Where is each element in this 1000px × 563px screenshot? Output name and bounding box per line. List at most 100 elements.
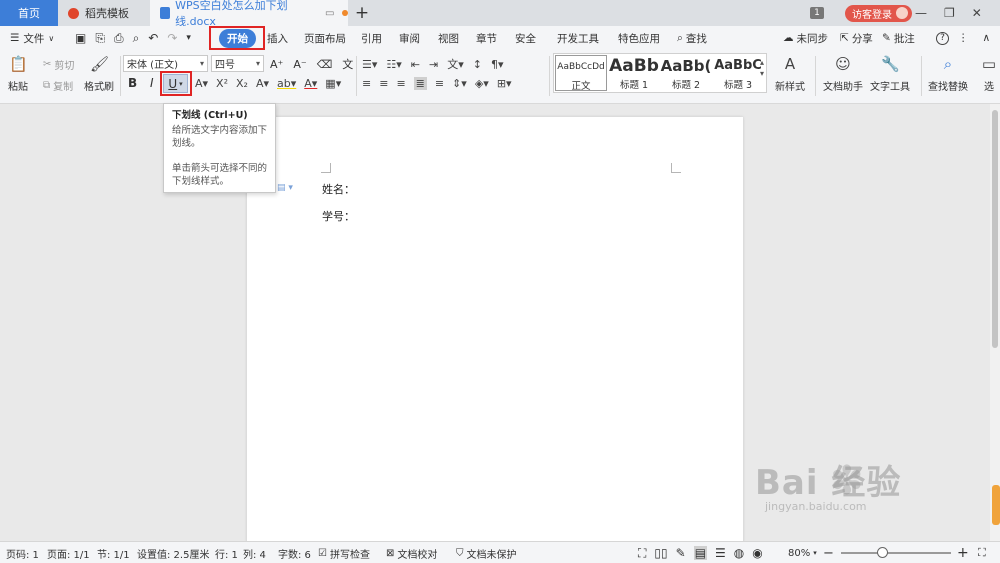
web-view-icon[interactable]: ◍ [734, 546, 744, 560]
format-painter-button[interactable]: 🖌 格式刷 [84, 55, 114, 93]
protect-button[interactable]: ⛉ 文档未保护 [456, 542, 517, 563]
new-style-button[interactable]: A 新样式 [775, 55, 805, 93]
show-marks-icon[interactable]: ¶▾ [491, 58, 504, 71]
distributed-icon[interactable]: ≡ [435, 77, 444, 90]
menu-security[interactable]: 安全 [515, 26, 536, 50]
print-preview-icon[interactable]: ⌕ [133, 31, 140, 46]
font-color-a-icon[interactable]: A▾ [195, 77, 208, 90]
bullet-list-icon[interactable]: ☰▾ [362, 58, 377, 71]
spell-check-button[interactable]: ☑ 拼写检查 [318, 542, 370, 563]
menu-file[interactable]: ☰ 文件 ∨ [10, 26, 54, 50]
collapse-ribbon-icon[interactable]: ∧ [983, 32, 991, 44]
align-right-icon[interactable]: ≡ [396, 77, 405, 90]
menu-search[interactable]: ⌕ 查找 [677, 26, 707, 50]
vertical-scrollbar[interactable] [990, 104, 1000, 541]
minimize-icon[interactable]: — [915, 6, 927, 20]
fullscreen-icon[interactable]: ⛶ [638, 546, 646, 561]
eye-protect-icon[interactable]: ◉ [752, 546, 762, 560]
increase-indent-icon[interactable]: ⇥ [429, 58, 438, 71]
line-spacing-icon[interactable]: ⇕▾ [452, 77, 467, 90]
document-page[interactable]: ▤ ▾ 姓名： 学号： [247, 117, 743, 543]
menu-special[interactable]: 特色应用 [618, 26, 660, 50]
doc-assistant-button[interactable]: ☺ 文档助手 [823, 55, 863, 93]
sort-icon[interactable]: ↕ [473, 58, 482, 71]
zoom-out-button[interactable]: − [823, 542, 834, 563]
side-panel-tab[interactable] [992, 485, 1000, 525]
menu-view[interactable]: 视图 [438, 26, 459, 50]
italic-button[interactable]: I [150, 76, 154, 90]
border-icon[interactable]: ⊞▾ [497, 77, 512, 90]
char-shading-icon[interactable]: ▦▾ [325, 77, 341, 90]
help-button[interactable]: ? [936, 26, 949, 50]
page-view-icon[interactable]: ▤ [693, 546, 708, 560]
export-icon[interactable]: ⎘ [95, 31, 105, 46]
zoom-slider-knob[interactable] [877, 547, 888, 558]
font-color-icon[interactable]: A▾ [304, 77, 317, 90]
monitor-icon[interactable]: ▭ [325, 8, 334, 19]
superscript-icon[interactable]: X² [216, 77, 228, 90]
cut-button[interactable]: ✂ 剪切 [43, 57, 74, 72]
print-icon[interactable]: ⎙ [114, 31, 124, 46]
redo-icon[interactable]: ↷ [167, 31, 177, 45]
menu-insert[interactable]: 插入 [267, 26, 288, 50]
zoom-slider[interactable] [841, 552, 951, 554]
sync-button[interactable]: ☁ 未同步 [783, 26, 828, 50]
clear-format-icon[interactable]: ⌫ [317, 58, 333, 71]
chinese-layout-icon[interactable]: 文▾ [447, 56, 464, 72]
new-tab-button[interactable]: + [352, 0, 372, 26]
tab-template[interactable]: 稻壳模板 [58, 0, 150, 26]
restore-icon[interactable]: ❐ [944, 6, 955, 20]
text-tools-button[interactable]: 🔧 文字工具 [870, 55, 910, 93]
outline-view-icon[interactable]: ☰ [715, 546, 726, 560]
decrease-indent-icon[interactable]: ⇤ [411, 58, 420, 71]
menu-developer[interactable]: 开发工具 [557, 26, 599, 50]
menu-references[interactable]: 引用 [361, 26, 382, 50]
tab-document[interactable]: WPS空白处怎么加下划线.docx ▭ [150, 0, 348, 28]
paste-button[interactable]: 📋 粘贴 [8, 55, 28, 93]
zoom-select[interactable]: 80% ▾ [788, 542, 817, 563]
status-pages[interactable]: 页面: 1/1 [47, 542, 90, 563]
menu-review[interactable]: 审阅 [399, 26, 420, 50]
doc-line-student-id[interactable]: 学号： [322, 208, 355, 224]
align-center-icon[interactable]: ≡ [379, 77, 388, 90]
align-left-icon[interactable]: ≡ [362, 77, 371, 90]
status-row[interactable]: 行: 1 [215, 542, 238, 563]
style-normal[interactable]: AaBbCcDd 正文 [555, 55, 607, 92]
copy-button[interactable]: ⧉ 复制 [43, 78, 73, 93]
zoom-in-button[interactable]: + [957, 542, 969, 563]
style-heading-1[interactable]: AaBb 标题 1 [608, 55, 660, 91]
more-icon[interactable]: ⋮ [958, 32, 969, 44]
style-heading-2[interactable]: AaBb(标题 2 [660, 55, 712, 91]
phonetic-icon[interactable]: 文 [342, 56, 353, 72]
undo-icon[interactable]: ↶ [148, 31, 158, 45]
status-col[interactable]: 列: 4 [243, 542, 266, 563]
shrink-font-icon[interactable]: A⁻ [293, 58, 306, 71]
style-heading-3[interactable]: AaBbC 标题 3 [712, 55, 764, 91]
menu-chapter[interactable]: 章节 [476, 26, 497, 50]
font-size-select[interactable]: 四号 ▾ [211, 55, 264, 72]
justify-icon[interactable]: ≣ [413, 77, 427, 90]
login-button[interactable]: 访客登录 [845, 0, 912, 26]
select-button[interactable]: ▭ 选 [980, 55, 998, 93]
text-effect-icon[interactable]: A▾ [256, 77, 269, 90]
bold-button[interactable]: B [128, 76, 137, 90]
paragraph-handle-icon[interactable]: ▤ ▾ [277, 183, 293, 193]
numbered-list-icon[interactable]: ☷▾ [386, 58, 401, 71]
tab-home[interactable]: 首页 [0, 0, 58, 26]
share-button[interactable]: ⇱ 分享 [840, 26, 873, 50]
find-replace-button[interactable]: ⌕ 查找替换 [928, 55, 968, 93]
customize-icon[interactable]: ▾ [186, 33, 191, 43]
save-icon[interactable]: ▣ [75, 31, 86, 45]
font-name-select[interactable]: 宋体 (正文) ▾ [123, 55, 208, 72]
highlight-icon[interactable]: ab▾ [277, 77, 296, 90]
book-view-icon[interactable]: ▯▯ [654, 546, 667, 560]
window-count-badge[interactable]: 1 [810, 0, 824, 26]
fit-page-icon[interactable]: ⛶ [978, 542, 986, 563]
close-icon[interactable]: ✕ [972, 6, 982, 20]
style-scroll[interactable]: ▴ ▾ [760, 58, 764, 78]
menu-page-layout[interactable]: 页面布局 [304, 26, 346, 50]
shading-icon[interactable]: ◈▾ [475, 77, 489, 90]
status-setting[interactable]: 设置值: 2.5厘米 [137, 542, 209, 563]
pen-icon[interactable]: ✎ [676, 546, 686, 560]
proofread-button[interactable]: ⊠ 文档校对 [386, 542, 437, 563]
